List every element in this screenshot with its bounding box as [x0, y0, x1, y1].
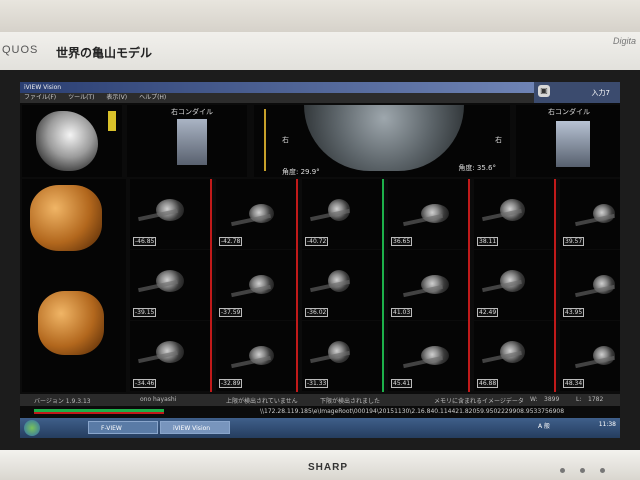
condyle-scout-image-2	[556, 121, 590, 167]
slice-view[interactable]: -36.02	[302, 250, 382, 320]
3d-render-view[interactable]	[22, 179, 126, 392]
input-panel-label: 入力7	[591, 89, 610, 97]
slice-position-label: 41.03	[391, 308, 413, 317]
taskbar: F-VIEW iVIEW Vision A 般 11:38	[20, 418, 620, 438]
slice-position-label: 42.49	[477, 308, 499, 317]
slice-position-label: -39.15	[133, 308, 157, 317]
scale-marker	[108, 111, 116, 131]
right-condyle-label: 右コンダイル	[171, 108, 213, 116]
slice-position-label: 36.65	[391, 237, 413, 246]
user-label: ono hayashi	[140, 396, 177, 403]
lower-detect-label: 下限が検出されました	[320, 398, 381, 405]
menu-view[interactable]: 表示(V)	[106, 94, 127, 101]
monitor-button[interactable]	[560, 468, 565, 473]
slice-view[interactable]: 45.41	[388, 321, 468, 391]
slice-position-label: -32.89	[219, 379, 243, 388]
slice-view[interactable]: -32.89	[216, 321, 296, 391]
task-iview[interactable]: iVIEW Vision	[160, 421, 230, 434]
slice-position-label: -46.85	[133, 237, 157, 246]
slice-view[interactable]: -34.46	[130, 321, 210, 391]
menu-bar: ファイル(F) ツール(T) 表示(V) ヘルプ(H)	[20, 93, 620, 103]
task-fview[interactable]: F-VIEW	[88, 421, 158, 434]
red-separator	[468, 179, 470, 392]
green-separator	[382, 179, 384, 392]
monitor-maker-logo: SHARP	[308, 462, 349, 473]
slice-position-label: -34.46	[133, 379, 157, 388]
input-panel[interactable]: ▣ 入力7	[534, 82, 620, 103]
slice-view[interactable]: 39.57	[560, 179, 620, 249]
status-bar: バージョン 1.9.3.13 ono hayashi 上限が検出されていません …	[20, 394, 620, 406]
slice-view[interactable]: -39.15	[130, 250, 210, 320]
slice-view[interactable]: -42.78	[216, 179, 296, 249]
ime-indicator[interactable]: A 般	[538, 421, 550, 430]
3d-bone-render-top	[30, 185, 102, 251]
axial-view[interactable]: 右 右 角度: 29.9° 角度: 35.6°	[254, 105, 510, 177]
screen: iVIEW Vision ファイル(F) ツール(T) 表示(V) ヘルプ(H)…	[20, 82, 620, 438]
menu-tools[interactable]: ツール(T)	[68, 94, 94, 101]
clock: 11:38	[598, 421, 616, 428]
version-label: バージョン 1.9.3.13	[34, 398, 91, 405]
menu-file[interactable]: ファイル(F)	[24, 94, 56, 101]
l-label: L:	[576, 396, 582, 403]
slice-position-label: 43.95	[563, 308, 585, 317]
slice-view[interactable]: 46.88	[474, 321, 554, 391]
image-path: \\172.28.119.185\e\ImageRoot\000194\2015…	[260, 408, 565, 415]
slice-position-label: -37.59	[219, 308, 243, 317]
slice-view[interactable]: 41.03	[388, 250, 468, 320]
red-separator	[210, 179, 212, 392]
angle-right-readout: 角度: 35.6°	[458, 164, 496, 172]
slice-position-label: -40.72	[305, 237, 329, 246]
w-value: 3899	[544, 396, 560, 403]
slice-position-label: 38.11	[477, 237, 499, 246]
monitor-button[interactable]	[580, 468, 585, 473]
slice-view[interactable]: -31.33	[302, 321, 382, 391]
condyle-scout-image	[177, 119, 207, 165]
slice-view[interactable]: -40.72	[302, 179, 382, 249]
slice-view[interactable]: -37.59	[216, 250, 296, 320]
right-condyle-view-2[interactable]: 右コンダイル	[516, 105, 620, 177]
right-condyle-scout-view[interactable]: 右コンダイル	[127, 105, 247, 177]
window-titlebar[interactable]: iVIEW Vision	[20, 82, 620, 93]
monitor-brand-right: Digita	[612, 36, 636, 46]
document-icon[interactable]: ▣	[538, 85, 550, 97]
l-value: 1782	[588, 396, 604, 403]
slice-position-label: 39.57	[563, 237, 585, 246]
slice-view[interactable]: 36.65	[388, 179, 468, 249]
right-condyle-label-2: 右コンダイル	[548, 108, 590, 116]
slice-position-label: -31.33	[305, 379, 329, 388]
slice-position-label: 46.88	[477, 379, 499, 388]
memory-label: メモリに含まれるイメージデータ	[434, 398, 524, 405]
slice-view[interactable]: 42.49	[474, 250, 554, 320]
monitor-button[interactable]	[600, 468, 605, 473]
monitor-brand-left: QUOS	[2, 44, 39, 56]
3d-bone-render-bottom	[38, 291, 104, 355]
w-label: W:	[530, 396, 538, 403]
slice-view[interactable]: 48.34	[560, 321, 620, 391]
skull-xray-image	[36, 111, 98, 171]
slice-view[interactable]: -46.85	[130, 179, 210, 249]
axial-scale-bar	[264, 109, 266, 171]
start-button[interactable]	[24, 420, 40, 436]
slice-view[interactable]: 43.95	[560, 250, 620, 320]
angle-left-readout: 角度: 29.9°	[282, 168, 320, 176]
progress-bar-red	[34, 412, 164, 414]
red-separator	[296, 179, 298, 392]
slice-position-label: -42.78	[219, 237, 243, 246]
red-separator	[554, 179, 556, 392]
slice-position-label: 48.34	[563, 379, 585, 388]
slice-position-label: 45.41	[391, 379, 413, 388]
axial-left-marker: 右	[282, 136, 289, 144]
slice-view[interactable]: 38.11	[474, 179, 554, 249]
monitor-sticker: 世界の亀山モデル	[56, 46, 153, 60]
menu-help[interactable]: ヘルプ(H)	[139, 94, 166, 101]
upper-detect-label: 上限が検出されていません	[226, 398, 298, 405]
axial-skull-image	[304, 105, 464, 171]
slice-position-label: -36.02	[305, 308, 329, 317]
axial-right-marker: 右	[495, 136, 502, 144]
wall-background	[0, 0, 640, 32]
lateral-ceph-view[interactable]	[22, 105, 122, 177]
